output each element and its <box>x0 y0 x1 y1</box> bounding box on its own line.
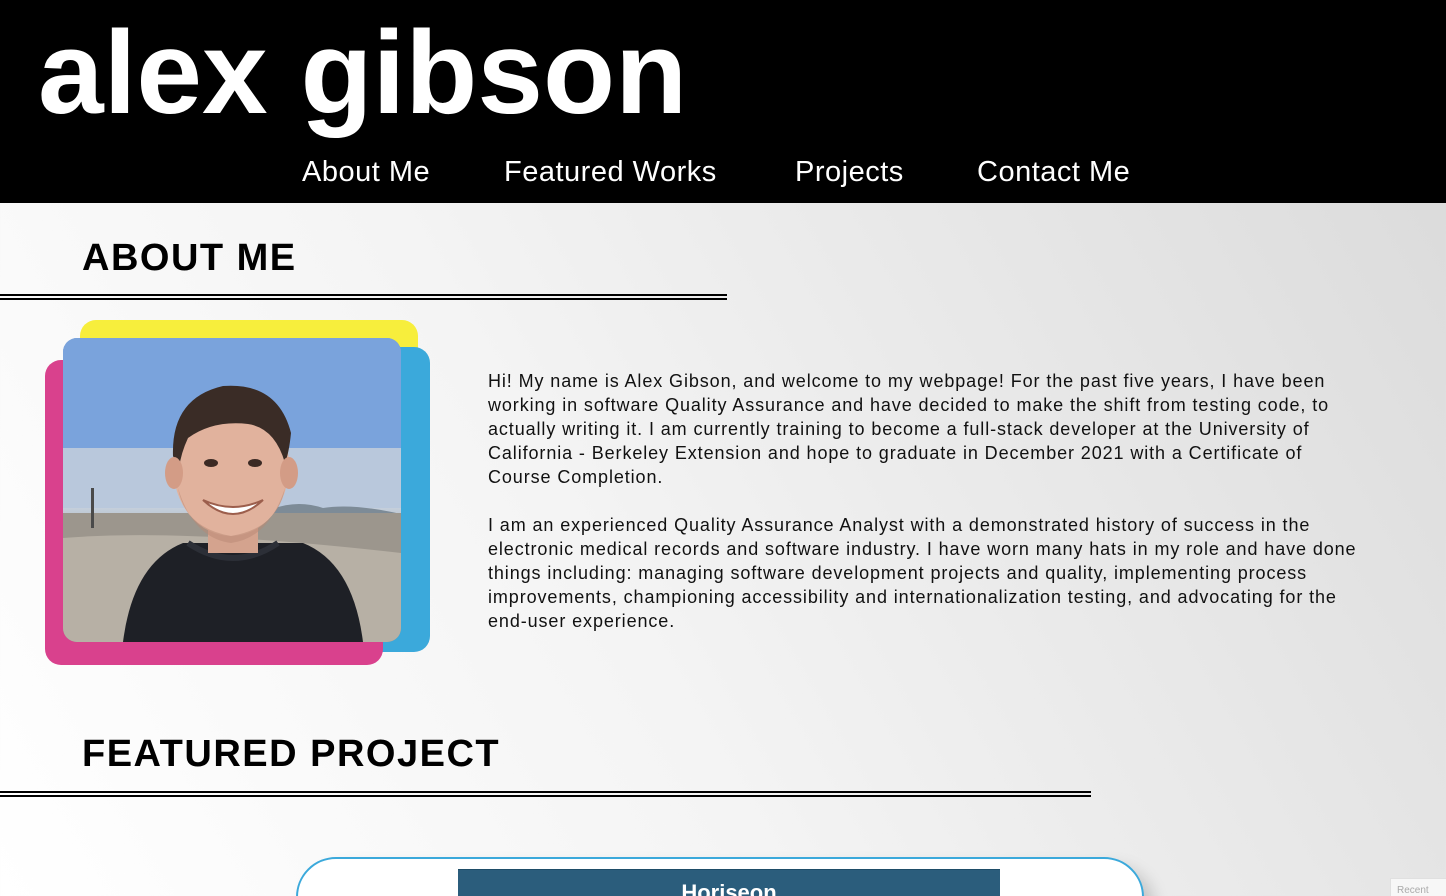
profile-photo-stack <box>45 320 435 670</box>
about-text: Hi! My name is Alex Gibson, and welcome … <box>488 369 1368 633</box>
featured-project-title: Horiseon <box>681 880 777 896</box>
nav-about-me[interactable]: About Me <box>302 152 430 192</box>
profile-photo <box>63 338 401 642</box>
about-paragraph-2: I am an experienced Quality Assurance An… <box>488 515 1357 631</box>
main-nav: About Me Featured Works Projects Contact… <box>0 152 1446 194</box>
site-header: alex gibson About Me Featured Works Proj… <box>0 0 1446 203</box>
featured-project-screenshot[interactable]: Horiseon <box>458 869 1000 896</box>
featured-heading: FEATURED PROJECT <box>82 733 501 775</box>
nav-projects[interactable]: Projects <box>795 152 904 192</box>
nav-featured-works[interactable]: Featured Works <box>504 152 717 192</box>
nav-contact-me[interactable]: Contact Me <box>977 152 1130 192</box>
featured-project-card[interactable]: Horiseon <box>296 857 1144 896</box>
recent-tab[interactable]: Recent <box>1390 878 1446 896</box>
site-title: alex gibson <box>38 7 688 139</box>
about-divider <box>0 294 727 300</box>
about-heading: ABOUT ME <box>82 237 297 279</box>
profile-photo-illustration <box>63 338 401 642</box>
featured-divider <box>0 791 1091 797</box>
about-paragraph-1: Hi! My name is Alex Gibson, and welcome … <box>488 371 1330 487</box>
